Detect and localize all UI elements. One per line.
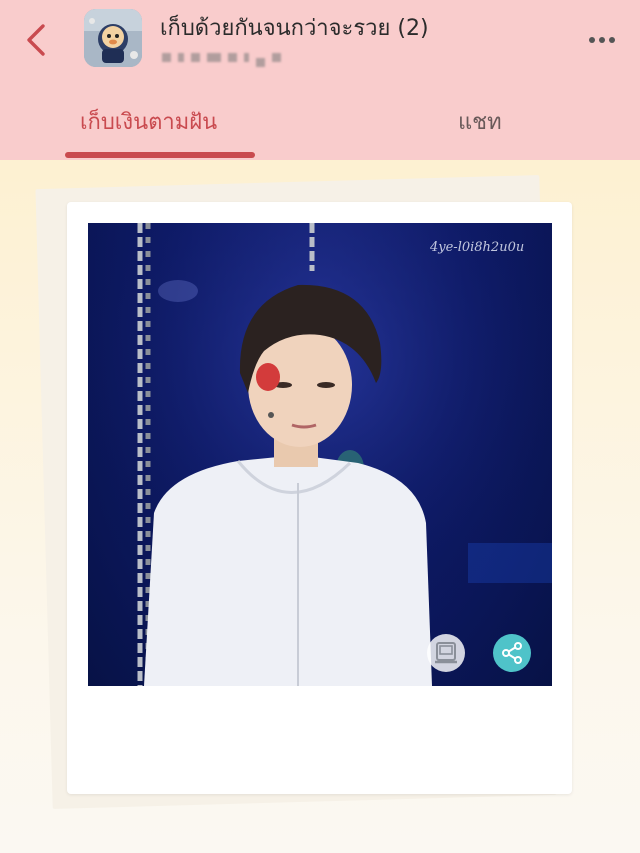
photo-image[interactable]: 4ye-l0i8h2u0u xyxy=(88,223,552,686)
chevron-left-icon xyxy=(27,24,45,56)
member-list-obscured xyxy=(162,48,281,67)
back-button[interactable] xyxy=(16,18,56,62)
polaroid-frame-button[interactable] xyxy=(427,634,465,672)
performer-photo: 4ye-l0i8h2u0u xyxy=(88,223,552,686)
photo-watermark: 4ye-l0i8h2u0u xyxy=(429,240,524,255)
group-avatar[interactable] xyxy=(84,9,142,67)
chat-header: เก็บด้วยกันจนกว่าจะรวย (2) เก็บเงินตามฝั… xyxy=(0,0,640,160)
chat-title: เก็บด้วยกันจนกว่าจะรวย (2) xyxy=(160,16,429,41)
share-button[interactable] xyxy=(493,634,531,672)
polaroid-camera-icon xyxy=(435,642,457,664)
more-dots-icon xyxy=(589,37,615,43)
more-options-button[interactable] xyxy=(588,30,616,44)
tab-chat[interactable]: แชท xyxy=(458,104,502,139)
share-icon xyxy=(502,642,522,664)
active-tab-indicator xyxy=(65,152,255,158)
tab-savings-goal[interactable]: เก็บเงินตามฝัน xyxy=(80,104,217,139)
